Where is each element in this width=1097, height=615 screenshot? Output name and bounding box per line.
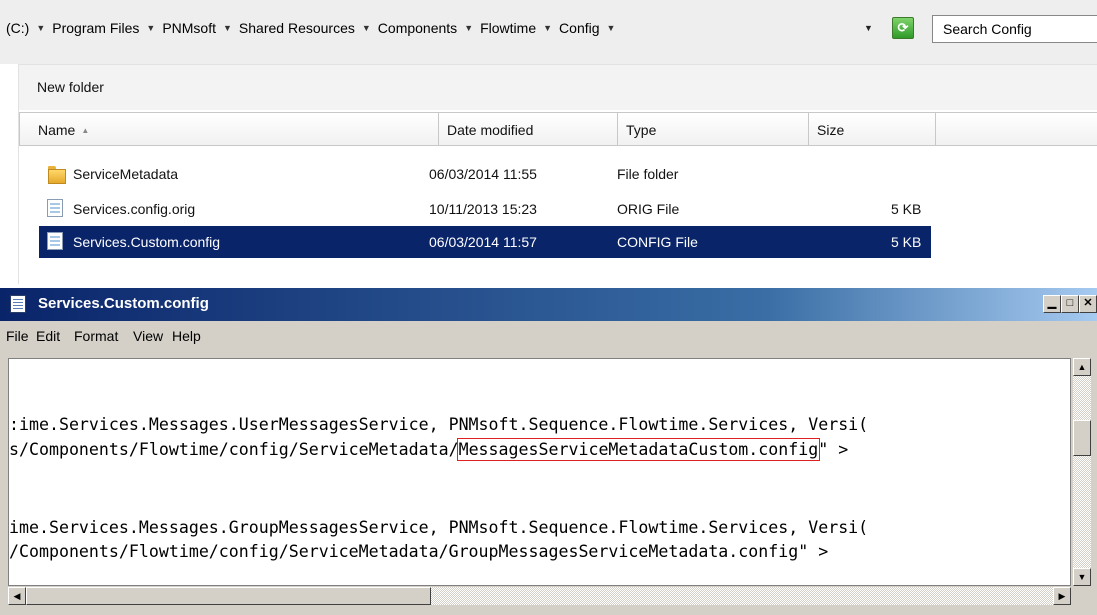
vertical-scrollbar[interactable]: ▲ ▼ [1073, 358, 1091, 586]
column-header-filler [936, 112, 1097, 146]
scroll-right-button[interactable]: ▶ [1053, 587, 1071, 605]
chevron-down-icon[interactable]: ▼ [538, 23, 557, 33]
address-bar-row: (C:) ▼ Program Files ▼ PNMsoft ▼ Shared … [0, 0, 1097, 64]
menu-view[interactable]: View [133, 328, 163, 344]
notepad-icon[interactable] [10, 295, 26, 313]
sort-ascending-icon: ▲ [81, 126, 90, 135]
chevron-down-icon[interactable]: ▼ [459, 23, 478, 33]
window-title: Services.Custom.config [38, 295, 209, 312]
file-date: 06/03/2014 11:57 [429, 234, 537, 250]
chevron-down-icon[interactable]: ▼ [31, 23, 50, 33]
code-text: " > [818, 440, 849, 459]
chevron-down-icon[interactable]: ▼ [218, 23, 237, 33]
column-header-name[interactable]: Name ▲ [19, 112, 439, 146]
breadcrumb[interactable]: (C:) ▼ Program Files ▼ PNMsoft ▼ Shared … [4, 18, 620, 38]
size-grip[interactable] [1073, 587, 1091, 605]
chevron-down-icon[interactable]: ▼ [141, 23, 160, 33]
file-row-services-config-orig[interactable]: Services.config.orig 10/11/2013 15:23 OR… [39, 193, 931, 225]
refresh-icon: ⟳ [897, 20, 909, 35]
maximize-button[interactable]: □ [1061, 295, 1079, 313]
file-list: Name ▲ Date modified Type Size ServiceMet… [18, 110, 1097, 284]
code-line: /Components/Flowtime/config/ServiceMetad… [9, 542, 829, 561]
breadcrumb-item-drive[interactable]: (C:) [4, 20, 31, 36]
horizontal-scroll-thumb[interactable] [26, 587, 431, 605]
file-size: 5 KB [891, 201, 922, 217]
breadcrumb-item-pnmsoft[interactable]: PNMsoft [160, 20, 218, 36]
file-row-servicemetadata[interactable]: ServiceMetadata 06/03/2014 11:55 File fo… [39, 158, 931, 190]
document-icon [47, 232, 63, 250]
menu-help[interactable]: Help [172, 328, 201, 344]
document-icon [47, 199, 63, 217]
code-text: s/Components/Flowtime/config/ServiceMeta… [9, 440, 459, 459]
scroll-down-button[interactable]: ▼ [1073, 568, 1091, 586]
notepad-title-bar[interactable]: Services.Custom.config ▁ □ ✕ [0, 288, 1097, 321]
refresh-button[interactable]: ⟳ [892, 17, 914, 39]
file-type: CONFIG File [617, 234, 698, 250]
new-folder-button[interactable]: New folder [37, 79, 104, 95]
menu-bar: File Edit Format View Help [0, 321, 1097, 352]
column-header-date-label: Date modified [447, 122, 534, 138]
menu-format[interactable]: Format [74, 328, 118, 344]
column-header-name-label: Name [38, 122, 76, 138]
vertical-scroll-thumb[interactable] [1073, 420, 1091, 456]
chevron-down-icon[interactable]: ▼ [357, 23, 376, 33]
file-name: ServiceMetadata [73, 166, 179, 182]
menu-file[interactable]: File [6, 328, 29, 344]
file-name: Services.config.orig [73, 201, 196, 217]
highlighted-filename: MessagesServiceMetadataCustom.config [456, 438, 821, 461]
editor-frame: :ime.Services.Messages.UserMessagesServi… [0, 352, 1097, 615]
column-header-type[interactable]: Type [618, 112, 809, 146]
code-line: s/Components/Flowtime/config/ServiceMeta… [9, 438, 849, 461]
chevron-down-icon[interactable]: ▼ [602, 23, 621, 33]
column-header-size[interactable]: Size [809, 112, 936, 146]
explorer-toolbar: New folder [18, 64, 1097, 110]
search-input[interactable]: Search Config [932, 15, 1097, 43]
menu-edit[interactable]: Edit [36, 328, 60, 344]
column-header-date[interactable]: Date modified [439, 112, 618, 146]
column-header-size-label: Size [817, 122, 845, 138]
file-type: File folder [617, 166, 679, 182]
file-date: 06/03/2014 11:55 [429, 166, 537, 182]
code-line: ime.Services.Messages.GroupMessagesServi… [9, 518, 869, 537]
scroll-up-button[interactable]: ▲ [1073, 358, 1091, 376]
breadcrumb-item-config[interactable]: Config [557, 20, 601, 36]
breadcrumb-item-program-files[interactable]: Program Files [50, 20, 141, 36]
breadcrumb-item-shared-resources[interactable]: Shared Resources [237, 20, 357, 36]
scroll-left-button[interactable]: ◀ [8, 587, 26, 605]
file-date: 10/11/2013 15:23 [429, 201, 537, 217]
breadcrumb-item-flowtime[interactable]: Flowtime [478, 20, 538, 36]
file-type: ORIG File [617, 201, 680, 217]
breadcrumb-item-components[interactable]: Components [376, 20, 459, 36]
column-header-type-label: Type [626, 122, 657, 138]
minimize-button[interactable]: ▁ [1043, 295, 1061, 313]
file-name: Services.Custom.config [73, 234, 221, 250]
address-history-dropdown-icon[interactable]: ▼ [864, 23, 873, 33]
text-editor[interactable]: :ime.Services.Messages.UserMessagesServi… [8, 358, 1071, 586]
folder-icon [47, 164, 66, 184]
horizontal-scrollbar[interactable]: ◀ ▶ [8, 587, 1071, 605]
close-button[interactable]: ✕ [1079, 295, 1097, 313]
file-row-services-custom-config[interactable]: Services.Custom.config 06/03/2014 11:57 … [39, 226, 931, 258]
file-size: 5 KB [891, 234, 922, 250]
code-line: :ime.Services.Messages.UserMessagesServi… [9, 415, 869, 434]
